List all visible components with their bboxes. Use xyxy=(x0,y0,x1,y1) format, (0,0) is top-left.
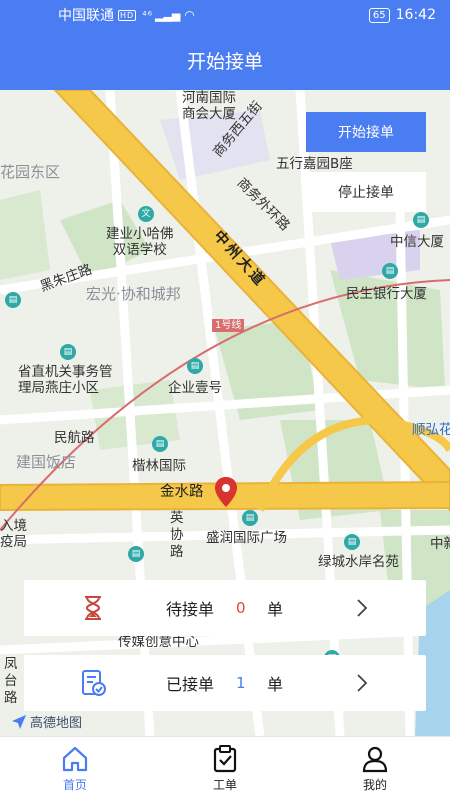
amap-logo-text: 高德地图 xyxy=(30,716,83,731)
tab-home-label: 首页 xyxy=(62,778,87,792)
amap-logo: 高德地图 xyxy=(12,712,82,731)
poi-pin-icon[interactable]: ▤ xyxy=(5,292,21,308)
map-label-minhang: 民航路 xyxy=(54,430,95,446)
pending-orders-count: 0 xyxy=(236,599,246,617)
stop-taking-orders-button[interactable]: 停止接单 xyxy=(306,172,426,212)
poi-pin-icon[interactable]: ▤ xyxy=(413,212,429,228)
tab-profile[interactable]: 我的 xyxy=(300,737,450,800)
accepted-orders-card[interactable]: 已接单 1 单 xyxy=(24,655,426,711)
signal-icon: ▂▃▅ xyxy=(155,8,181,22)
wifi-icon: ◠ xyxy=(184,8,195,22)
map-label-ruxie: 英 协 路 xyxy=(170,510,184,560)
poi-pin-icon[interactable]: 文 xyxy=(138,206,154,222)
user-icon xyxy=(362,746,388,773)
battery-icon: 65 xyxy=(368,7,390,23)
hd-badge: HD xyxy=(118,9,137,21)
map-label-jianguo: 建国饭店 xyxy=(16,453,77,471)
map-label-huayuan: 花园东区 xyxy=(0,163,61,181)
poi-pin-icon[interactable]: ▤ xyxy=(152,436,168,452)
poi-pin-icon[interactable]: ▤ xyxy=(128,546,144,562)
poi-pin-icon[interactable]: ▤ xyxy=(344,534,360,550)
map-label-wuhang: 五行嘉园B座 xyxy=(276,156,353,172)
home-icon xyxy=(62,746,88,772)
location-marker-icon xyxy=(215,477,237,507)
clock: 16:42 xyxy=(395,7,436,23)
map-label-lvcheng: 绿城水岸名苑 xyxy=(318,554,399,570)
tab-work-orders[interactable]: 工单 xyxy=(150,737,300,800)
map-label-shengrun: 盛润国际广场 xyxy=(206,530,287,546)
map-label-henan-center: 河南国际 商会大厦 xyxy=(182,90,236,122)
map-label-shunhong: 顺弘花 xyxy=(412,422,450,438)
navigation-arrow-icon xyxy=(12,714,26,729)
document-check-icon xyxy=(82,670,106,696)
tab-profile-label: 我的 xyxy=(362,778,387,792)
poi-pin-icon[interactable]: ▤ xyxy=(242,510,258,526)
map-label-rujing: 入境 疫局 xyxy=(0,518,27,550)
status-bar: 中国联通 HD ⁴⁶ ▂▃▅ ◠ 65 16:42 xyxy=(0,0,450,30)
map-label-kailin: 楷林国际 xyxy=(132,458,186,474)
map-label-fengtai: 凤 台 路 xyxy=(4,656,18,706)
page-title: 开始接单 xyxy=(0,30,450,90)
map-label-jianye: 建业小哈佛 双语学校 xyxy=(106,226,174,258)
map-label-line1: 1号线 xyxy=(212,319,245,332)
network-indicator: ⁴⁶ xyxy=(142,8,154,22)
clipboard-check-icon xyxy=(213,745,237,773)
map-label-qiye: 企业壹号 xyxy=(168,380,222,396)
accepted-orders-label: 已接单 xyxy=(166,675,215,694)
accepted-orders-count: 1 xyxy=(236,674,246,692)
carrier-name: 中国联通 xyxy=(58,8,114,24)
chevron-right-icon xyxy=(357,674,368,692)
chevron-right-icon xyxy=(357,599,368,617)
tab-home[interactable]: 首页 xyxy=(0,737,150,800)
map-label-chuanmei: 传媒创意中心 xyxy=(118,634,199,650)
poi-pin-icon[interactable]: ▤ xyxy=(60,344,76,360)
map-label-shengzhi: 省直机关事务管 理局燕庄小区 xyxy=(18,364,113,396)
accepted-orders-unit: 单 xyxy=(267,675,284,694)
bottom-tab-bar: 首页 工单 我的 xyxy=(0,736,450,800)
map-label-hongguang: 宏光·协和城邦 xyxy=(86,285,181,303)
map-label-minsheng: 民生银行大厦 xyxy=(346,286,427,302)
tab-work-orders-label: 工单 xyxy=(212,778,237,792)
pending-orders-unit: 单 xyxy=(267,600,284,619)
map-label-zhong: 中新 xyxy=(430,536,450,552)
poi-pin-icon[interactable]: ▤ xyxy=(382,263,398,279)
poi-pin-icon[interactable]: ▤ xyxy=(187,358,203,374)
map-label-zhongxin: 中信大厦 xyxy=(390,234,444,250)
map-label-jinshui: 金水路 xyxy=(160,484,204,500)
pending-orders-label: 待接单 xyxy=(166,600,215,619)
start-taking-orders-button[interactable]: 开始接单 xyxy=(306,112,426,152)
hourglass-icon xyxy=(85,596,101,620)
pending-orders-card[interactable]: 待接单 0 单 xyxy=(24,580,426,636)
